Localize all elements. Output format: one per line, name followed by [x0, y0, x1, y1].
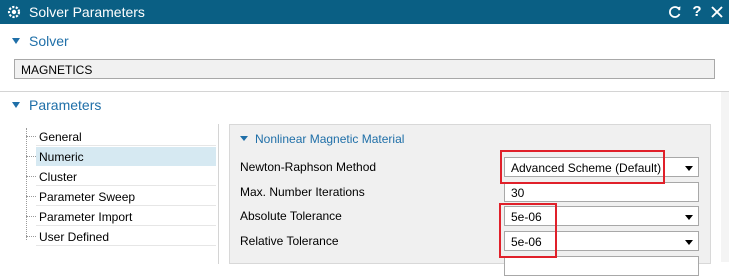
solver-value: MAGNETICS: [21, 63, 93, 77]
max-iterations-label: Max. Number Iterations: [240, 185, 365, 199]
tree-item-numeric[interactable]: Numeric: [16, 147, 216, 166]
solver-section-label: Solver: [29, 33, 69, 49]
tree-item-user-defined[interactable]: User Defined: [16, 227, 216, 246]
tree-item-label: Parameter Import: [39, 210, 133, 224]
window-title: Solver Parameters: [29, 4, 145, 20]
solver-section-header[interactable]: Solver: [0, 28, 729, 54]
collapse-triangle-icon: [12, 102, 20, 108]
chevron-down-icon: [685, 166, 693, 171]
solver-field: MAGNETICS: [14, 59, 715, 79]
scrollbar[interactable]: [721, 92, 729, 262]
help-icon[interactable]: ?: [689, 4, 705, 20]
tree-item-label: User Defined: [39, 230, 110, 244]
newton-raphson-label: Newton-Raphson Method: [240, 160, 377, 174]
next-field[interactable]: [504, 256, 699, 276]
highlight-box-newton-raphson: [500, 150, 665, 184]
collapse-triangle-icon: [12, 38, 20, 44]
tree-item-general[interactable]: General: [16, 127, 216, 146]
close-icon[interactable]: [709, 4, 725, 20]
parameter-tree: General Numeric Cluster Parameter Sweep …: [16, 124, 219, 264]
parameters-section-label: Parameters: [29, 97, 102, 113]
nonlinear-section-header[interactable]: Nonlinear Magnetic Material: [230, 125, 710, 151]
chevron-down-icon: [685, 215, 693, 220]
refresh-icon[interactable]: [667, 4, 683, 20]
max-iterations-input[interactable]: 30: [504, 182, 699, 202]
highlight-box-tolerances: [499, 203, 557, 258]
max-iterations-value: 30: [511, 186, 525, 200]
relative-tolerance-label: Relative Tolerance: [240, 234, 339, 248]
collapse-triangle-icon: [240, 136, 248, 141]
tree-item-label: Cluster: [39, 170, 78, 184]
nonlinear-section-label: Nonlinear Magnetic Material: [255, 132, 405, 146]
gear-icon: [7, 5, 21, 19]
absolute-tolerance-label: Absolute Tolerance: [240, 209, 342, 223]
title-bar: Solver Parameters ?: [0, 0, 729, 24]
parameters-section-header[interactable]: Parameters: [0, 92, 729, 118]
tree-item-parameter-import[interactable]: Parameter Import: [16, 207, 216, 226]
tree-item-label: Parameter Sweep: [39, 190, 136, 204]
tree-item-label: General: [39, 130, 82, 144]
tree-item-label: Numeric: [39, 150, 84, 164]
tree-item-parameter-sweep[interactable]: Parameter Sweep: [16, 187, 216, 206]
chevron-down-icon: [685, 240, 693, 245]
tree-item-cluster[interactable]: Cluster: [16, 167, 216, 186]
